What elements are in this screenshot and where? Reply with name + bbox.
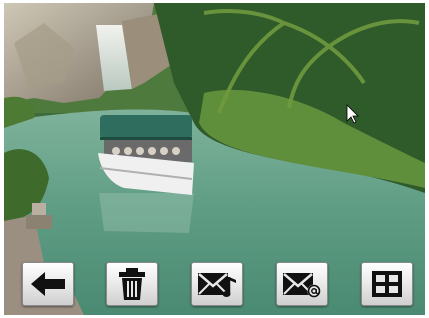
envelope-at-icon xyxy=(283,273,321,298)
delete-button[interactable] xyxy=(106,262,158,306)
photo-viewer-screen xyxy=(4,3,425,315)
bottom-toolbar xyxy=(4,255,425,315)
back-button[interactable] xyxy=(22,262,74,306)
trash-icon xyxy=(119,268,145,300)
back-arrow-icon xyxy=(31,272,65,296)
envelope-music-icon xyxy=(198,273,236,297)
thumbnail-grid-button[interactable] xyxy=(361,262,413,306)
send-to-music-button[interactable] xyxy=(191,262,243,306)
grid-icon xyxy=(372,271,402,297)
send-email-button[interactable] xyxy=(276,262,328,306)
